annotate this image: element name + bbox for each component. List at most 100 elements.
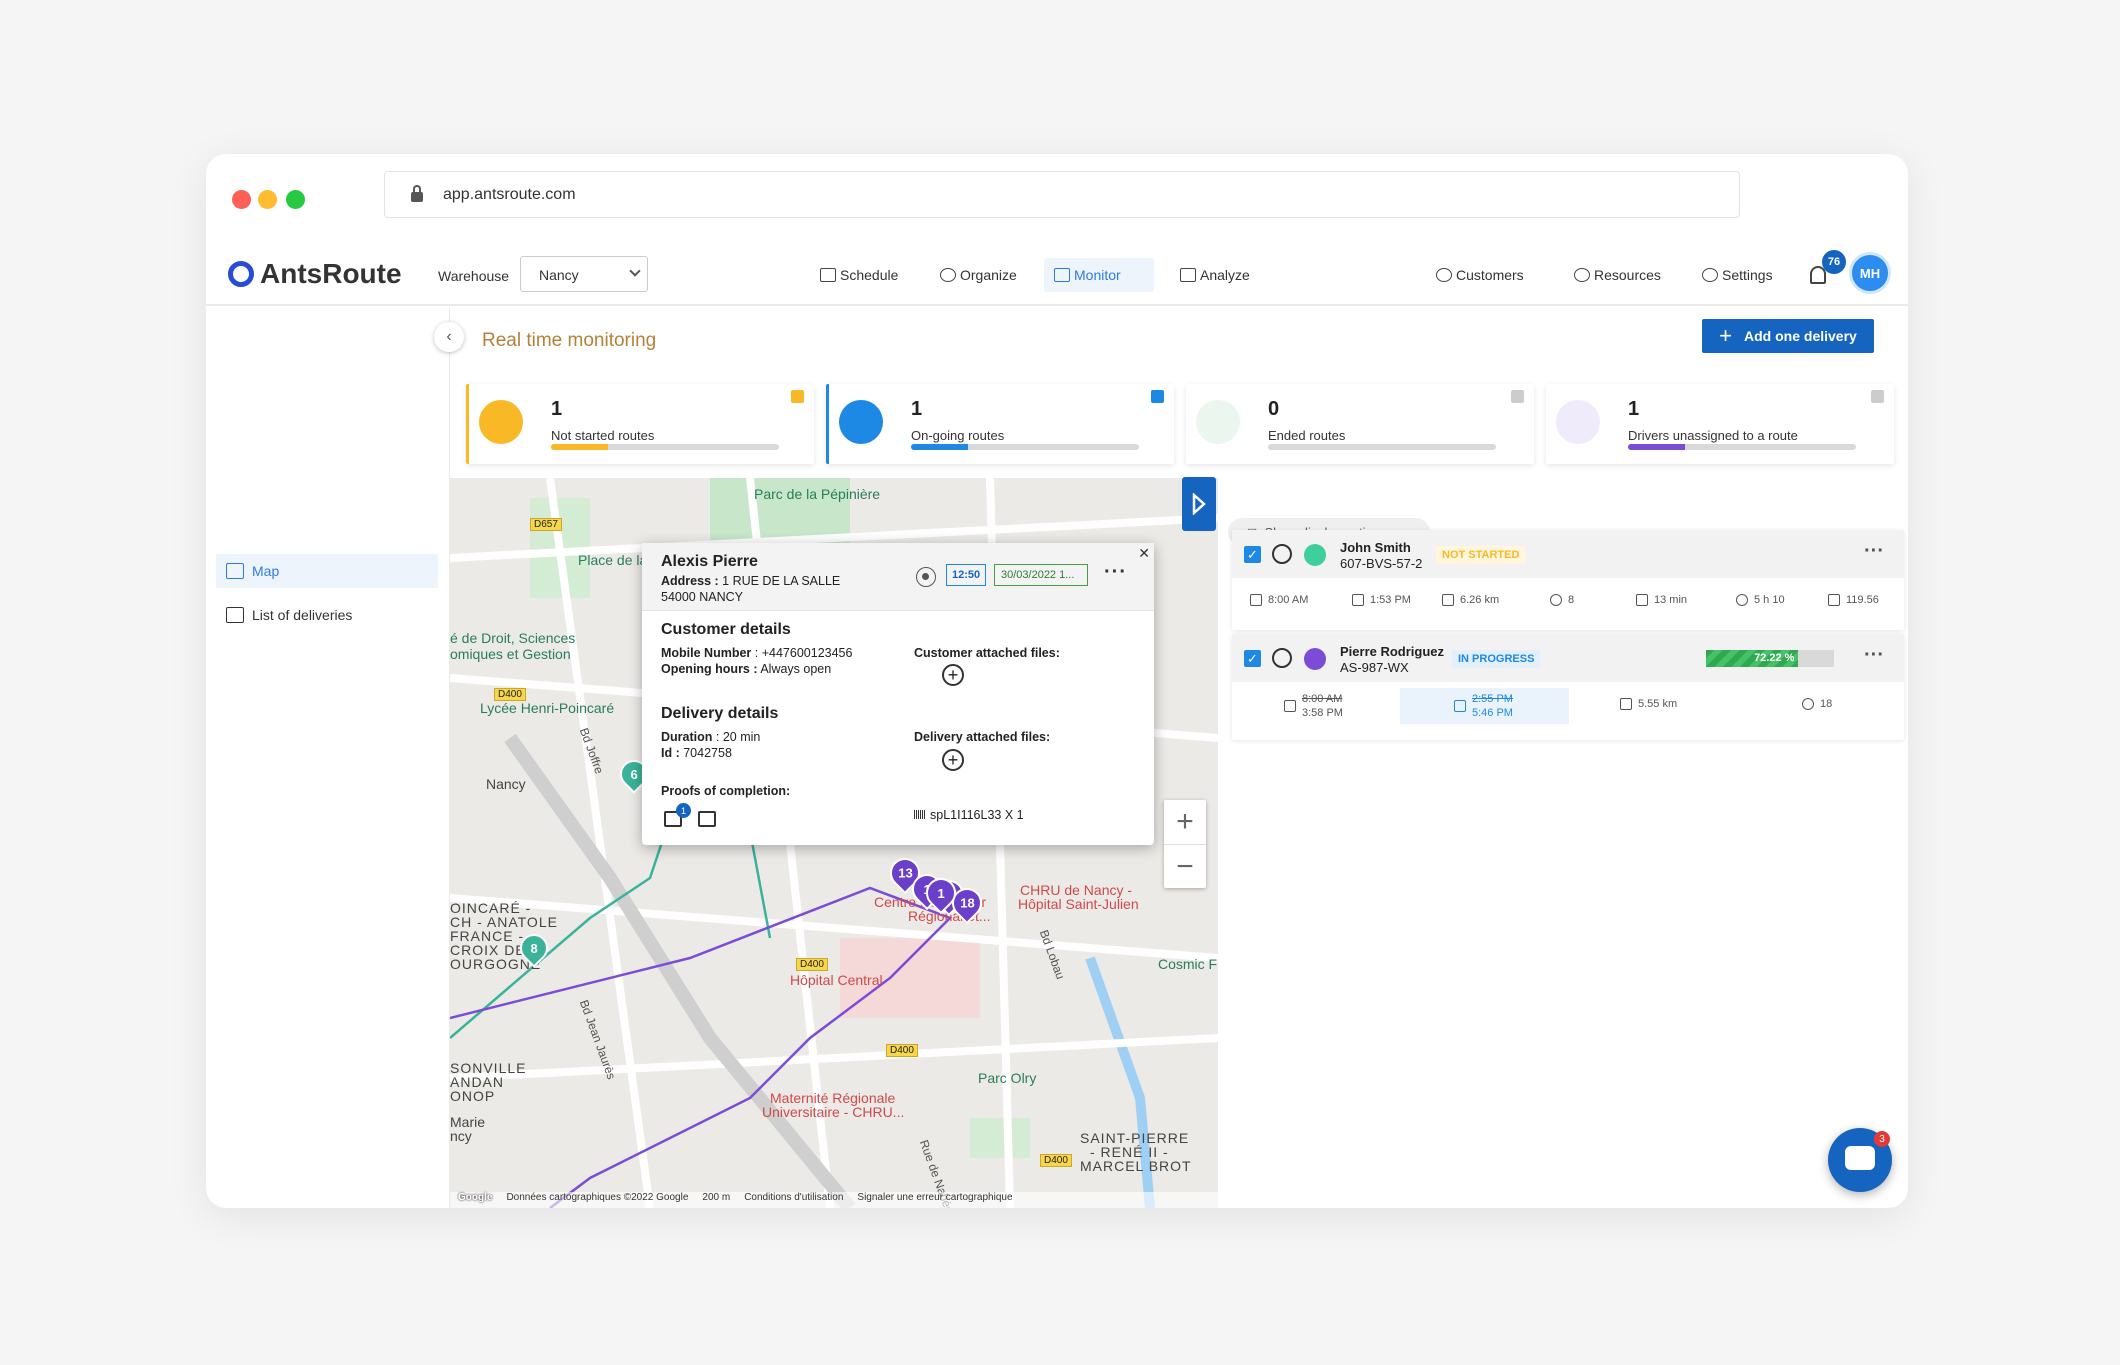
zoom-out-button[interactable]: − <box>1164 844 1206 888</box>
stat-filter-checkbox[interactable] <box>1151 390 1164 403</box>
map-place-label: Lycée Henri-Poincaré <box>480 700 615 716</box>
chevron-right-icon <box>1192 493 1206 515</box>
map-place-label: Nancy <box>486 776 526 792</box>
gear-icon <box>1702 268 1718 282</box>
stat-card-ended[interactable]: 0 Ended routes <box>1186 384 1534 464</box>
stat-card-unassigned[interactable]: 1 Drivers unassigned to a route <box>1546 384 1894 464</box>
route-more-button[interactable]: ··· <box>1864 644 1884 667</box>
stat-count: 1 <box>551 398 563 420</box>
stat-progress-bar <box>911 444 1139 450</box>
map-place-label: Parc de la Pépinière <box>754 486 881 502</box>
address-bar[interactable]: app.antsroute.com <box>384 171 1740 218</box>
page-title: Real time monitoring <box>482 330 657 351</box>
add-delivery-button[interactable]: + Add one delivery <box>1702 319 1874 353</box>
expand-panel-button[interactable] <box>1182 477 1216 531</box>
stat-count: 1 <box>1628 398 1640 420</box>
close-icon[interactable]: ✕ <box>1138 545 1150 562</box>
pin-number: 8 <box>530 940 538 956</box>
warehouse-select[interactable]: Nancy <box>520 256 648 292</box>
map-place-label: MARCEL BROT <box>1080 1158 1192 1174</box>
calendar-icon <box>820 268 836 282</box>
map-place-label: Cosmic F <box>1158 956 1218 972</box>
stat-label: Drivers unassigned to a route <box>1628 428 1798 443</box>
stat-filter-checkbox[interactable] <box>1871 390 1884 403</box>
address-label: Address : <box>661 574 719 588</box>
stat-progress-bar <box>1628 444 1856 450</box>
proofs-label: Proofs of completion: <box>661 784 791 798</box>
route-card-pierre-rodriguez[interactable]: ✓ Pierre Rodriguez AS-987-WX IN PROGRESS… <box>1232 634 1904 740</box>
route-stops: 18 <box>1802 698 1832 710</box>
routes-panel: ▽Show display options ✓ John Smith 607-B… <box>1222 484 1908 1208</box>
signature-proof-icon[interactable] <box>698 811 716 827</box>
logo-text: AntsRoute <box>260 258 402 289</box>
stat-progress-bar <box>1268 444 1496 450</box>
add-delivery-label: Add one delivery <box>1744 328 1857 344</box>
nav-analyze[interactable]: Analyze <box>1170 258 1260 292</box>
stat-card-not-started[interactable]: 1 Not started routes <box>466 384 814 464</box>
user-icon <box>1736 594 1748 606</box>
maximize-window-button[interactable] <box>286 190 305 209</box>
status-badge: IN PROGRESS <box>1452 650 1541 668</box>
route-checkbox[interactable]: ✓ <box>1244 650 1261 667</box>
customer-files-label: Customer attached files: <box>914 646 1060 660</box>
stops-value: 18 <box>1820 698 1833 710</box>
nav-schedule[interactable]: Schedule <box>810 258 908 292</box>
delivery-time-badge: 12:50 <box>946 564 987 586</box>
route-drive-time: 13 min <box>1636 594 1687 606</box>
close-window-button[interactable] <box>232 190 251 209</box>
route-distance: 6.26 km <box>1442 594 1499 606</box>
list-icon <box>226 607 244 623</box>
user-icon <box>1556 400 1600 444</box>
sidebar-item-map[interactable]: Map <box>216 554 438 588</box>
map-place-label: Place de la <box>578 552 648 568</box>
stat-progress-bar <box>551 444 779 450</box>
route-card-john-smith[interactable]: ✓ John Smith 607-BVS-57-2 NOT STARTED ··… <box>1232 530 1904 630</box>
terms-link[interactable]: Conditions d'utilisation <box>744 1192 843 1208</box>
more-options-button[interactable]: ··· <box>1104 561 1127 584</box>
add-delivery-file-button[interactable]: + <box>942 749 964 771</box>
customer-details-title: Customer details <box>661 621 791 638</box>
target-icon[interactable] <box>1272 648 1292 668</box>
nav-settings[interactable]: Settings <box>1692 258 1783 292</box>
target-icon[interactable] <box>1272 544 1292 564</box>
nav-organize[interactable]: Organize <box>930 258 1027 292</box>
duration-label: Duration <box>661 730 713 744</box>
report-error-link[interactable]: Signaler une erreur cartographique <box>857 1192 1012 1208</box>
target-icon[interactable] <box>916 567 936 587</box>
add-customer-file-button[interactable]: + <box>942 664 964 686</box>
stat-filter-checkbox[interactable] <box>791 390 804 403</box>
avatar[interactable]: MH <box>1849 252 1891 294</box>
money-icon <box>1828 594 1840 606</box>
nav-resources[interactable]: Resources <box>1564 258 1671 292</box>
nav-customers[interactable]: Customers <box>1426 258 1534 292</box>
delivery-popup: Alexis Pierre Address : 1 RUE DE LA SALL… <box>642 543 1154 845</box>
work-value: 5 h 10 <box>1754 594 1785 606</box>
plus-icon: + <box>1719 323 1733 348</box>
nav-monitor-label: Monitor <box>1074 267 1121 283</box>
chevron-down-icon <box>629 265 641 277</box>
route-color-dot <box>1304 648 1326 670</box>
signpost-icon <box>1054 268 1070 282</box>
zoom-in-button[interactable]: + <box>1164 800 1206 844</box>
delivery-id: Id : 7042758 <box>661 745 732 761</box>
nav-monitor[interactable]: Monitor <box>1044 258 1154 292</box>
start-new: 3:58 PM <box>1302 707 1343 719</box>
map-footer: Google Données cartographiques ©2022 Goo… <box>450 1192 1218 1208</box>
route-work-time: 5 h 10 <box>1736 594 1785 606</box>
map-data-credit: Données cartographiques ©2022 Google <box>506 1192 689 1203</box>
minimize-window-button[interactable] <box>258 190 277 209</box>
status-badge: NOT STARTED <box>1436 546 1526 564</box>
stat-filter-checkbox[interactable] <box>1511 390 1524 403</box>
route-checkbox[interactable]: ✓ <box>1244 546 1261 563</box>
vehicle-plate: AS-987-WX <box>1340 660 1409 675</box>
app-logo[interactable]: AntsRoute <box>228 258 402 290</box>
end-value: 1:53 PM <box>1370 594 1411 606</box>
map-road-label: D400 <box>494 688 526 701</box>
collapse-sidebar-button[interactable]: ‹ <box>434 322 464 352</box>
delivery-details-title: Delivery details <box>661 705 779 722</box>
sidebar-item-list-of-deliveries[interactable]: List of deliveries <box>216 598 438 632</box>
distance-value: 6.26 km <box>1460 594 1500 606</box>
opening-hours: Opening hours : Always open <box>661 661 831 677</box>
stat-card-ongoing[interactable]: 1 On-going routes <box>826 384 1174 464</box>
route-more-button[interactable]: ··· <box>1864 540 1884 563</box>
